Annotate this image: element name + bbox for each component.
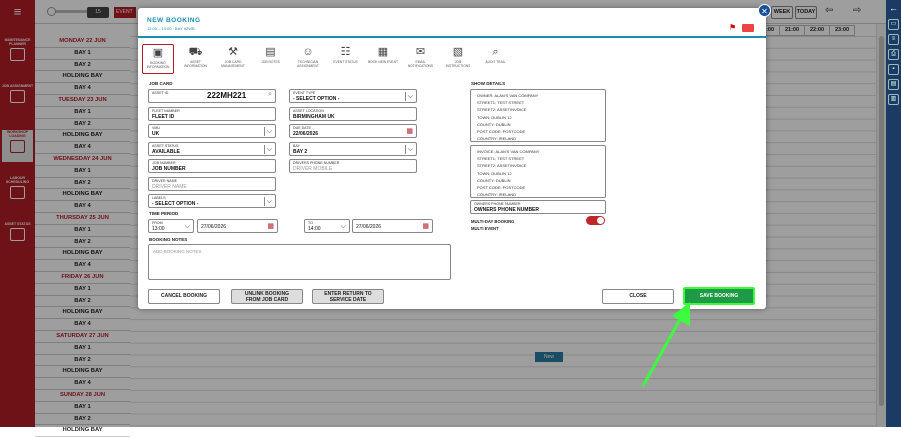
bay-row-label: HOLDING BAY [35,425,130,437]
annotation-arrow [641,302,690,387]
arrow-head [672,302,690,326]
arrow-shaft [641,313,685,387]
